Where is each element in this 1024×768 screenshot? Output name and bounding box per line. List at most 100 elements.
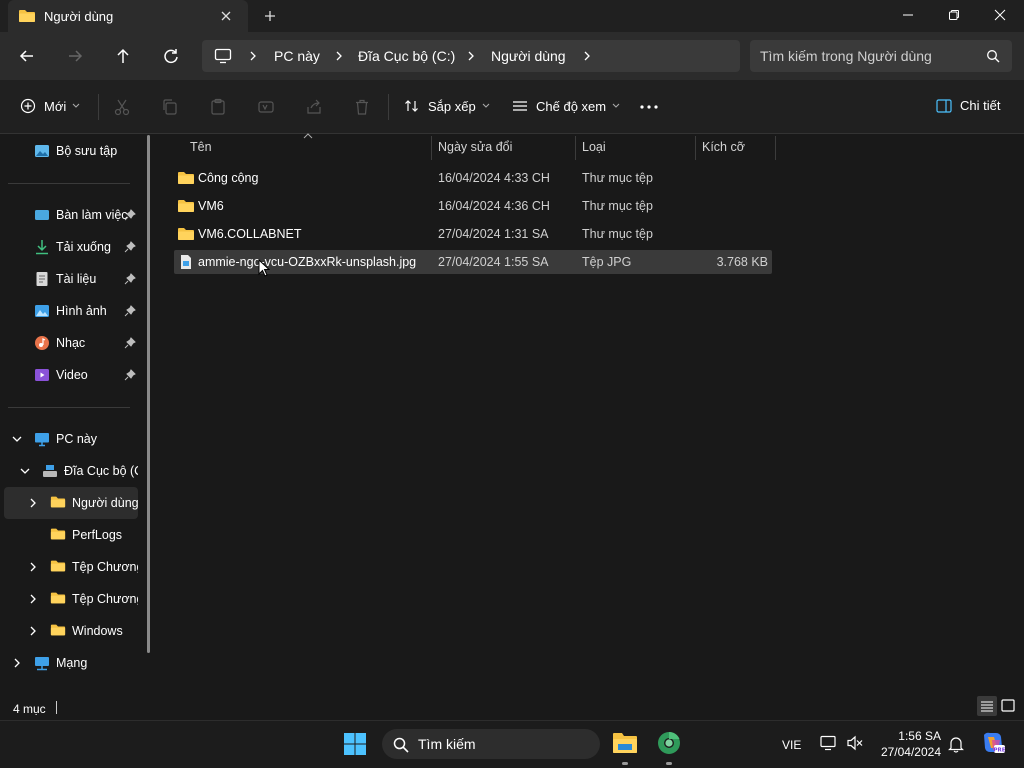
view-button[interactable]: Chế độ xem (512, 98, 620, 114)
sidebar-item-this-pc[interactable]: PC này (34, 423, 97, 455)
sidebar-item-music[interactable]: Nhạc (34, 327, 85, 359)
paste-icon[interactable] (208, 97, 228, 117)
pin-icon[interactable] (124, 369, 136, 381)
network-status-icon[interactable] (820, 735, 838, 751)
delete-icon[interactable] (352, 97, 372, 117)
pin-icon[interactable] (124, 209, 136, 221)
chevron-right-icon[interactable] (27, 625, 39, 637)
pin-icon[interactable] (124, 273, 136, 285)
sidebar-item-program-files-x86[interactable]: Tệp Chương (50, 583, 138, 615)
sidebar-item-label: Tải xuống (56, 240, 111, 254)
sidebar-item-documents[interactable]: Tài liệu (34, 263, 96, 295)
chevron-right-icon[interactable] (27, 593, 39, 605)
sidebar-item-label: Mạng (56, 656, 88, 670)
column-divider[interactable] (575, 136, 576, 160)
pin-icon[interactable] (124, 241, 136, 253)
close-window-button[interactable] (977, 0, 1023, 30)
chevron-down-icon[interactable] (11, 433, 23, 445)
folder-icon (177, 171, 195, 185)
pin-icon[interactable] (124, 337, 136, 349)
sidebar-item-label: Hình ảnh (56, 304, 107, 318)
search-box[interactable]: Tìm kiếm trong Người dùng (750, 40, 1012, 72)
rename-icon[interactable] (256, 97, 276, 117)
language-indicator[interactable]: VIE (782, 738, 801, 752)
sidebar-scrollbar[interactable] (147, 135, 150, 653)
address-bar[interactable]: PC này Đĩa Cục bộ (C:) Người dùng (202, 40, 740, 72)
up-icon[interactable] (111, 44, 135, 68)
sidebar-item-local-disk[interactable]: Đĩa Cục bộ (C:) (42, 455, 138, 487)
new-tab-icon[interactable] (262, 8, 278, 24)
refresh-icon[interactable] (159, 44, 183, 68)
sidebar-item-network[interactable]: Mạng (34, 647, 87, 679)
sidebar-item-desktop[interactable]: Bàn làm việc (34, 199, 134, 231)
pin-icon[interactable] (124, 305, 136, 317)
tiles-view-icon[interactable] (1000, 698, 1016, 714)
sidebar-item-label: Người dùng (72, 496, 138, 510)
chrome-dev-icon[interactable] (657, 731, 681, 755)
file-row-vm6-collabnet[interactable]: VM6.COLLABNET 27/04/2024 1:31 SA Thư mục… (174, 222, 772, 246)
search-placeholder: Tìm kiếm trong Người dùng (760, 48, 932, 64)
volume-muted-icon[interactable] (846, 735, 864, 751)
tab-nguoi-dung[interactable]: Người dùng (8, 0, 248, 32)
sort-button[interactable]: Sắp xếp (404, 98, 490, 114)
chevron-right-icon[interactable] (248, 50, 258, 62)
file-type: Tệp JPG (582, 255, 632, 269)
close-tab-icon[interactable] (218, 8, 234, 24)
chevron-right-icon[interactable] (334, 50, 344, 62)
sidebar-item-pictures[interactable]: Hình ảnh (34, 295, 107, 327)
file-list-pane[interactable] (160, 135, 1024, 696)
column-header-name[interactable]: Tên (190, 140, 212, 164)
file-explorer-icon[interactable] (612, 731, 638, 755)
file-type: Thư mục tệp (582, 199, 653, 213)
sidebar-item-label: PerfLogs (72, 528, 123, 542)
sidebar-item-videos[interactable]: Video (34, 359, 88, 391)
copilot-icon[interactable]: PRE (980, 731, 1006, 755)
file-row-vm6[interactable]: VM6 16/04/2024 4:36 CH Thư mục tệp (174, 194, 772, 218)
share-icon[interactable] (304, 97, 324, 117)
chevron-right-icon[interactable] (582, 50, 592, 62)
details-pane-button[interactable]: Chi tiết (936, 98, 1000, 113)
details-label: Chi tiết (960, 98, 1001, 113)
folder-icon (50, 623, 66, 639)
chevron-down-icon[interactable] (19, 465, 31, 477)
chevron-right-icon[interactable] (27, 497, 39, 509)
more-options-icon[interactable] (639, 97, 659, 117)
chevron-right-icon[interactable] (11, 657, 23, 669)
column-divider[interactable] (775, 136, 776, 160)
sidebar-item-users[interactable]: Người dùng (50, 487, 138, 519)
minimize-button[interactable] (885, 0, 931, 30)
command-bar: Mới Sắp xếp Chế độ xem Chi tiết (0, 80, 1024, 134)
taskbar-search[interactable]: Tìm kiếm (382, 729, 600, 759)
notification-bell-icon[interactable] (948, 735, 964, 753)
column-header-modified[interactable]: Ngày sửa đổi (438, 140, 512, 164)
column-header-size[interactable]: Kích cỡ (702, 140, 745, 164)
back-icon[interactable] (15, 44, 39, 68)
column-divider[interactable] (431, 136, 432, 160)
clock-time[interactable]: 1:56 SA (880, 729, 941, 743)
breadcrumb-pc[interactable]: PC này (274, 48, 320, 64)
clock-date[interactable]: 27/04/2024 (870, 745, 941, 759)
windows-start-icon[interactable] (343, 732, 367, 756)
column-divider[interactable] (695, 136, 696, 160)
chevron-right-icon[interactable] (466, 50, 476, 62)
search-icon[interactable] (986, 49, 1000, 63)
download-icon (34, 239, 50, 255)
breadcrumb-drive[interactable]: Đĩa Cục bộ (C:) (358, 48, 455, 64)
column-header-type[interactable]: Loại (582, 140, 606, 164)
file-row-cong-cong[interactable]: Công cộng 16/04/2024 4:33 CH Thư mục tệp (174, 166, 772, 190)
forward-icon[interactable] (63, 44, 87, 68)
restore-button[interactable] (931, 0, 977, 30)
sidebar-item-gallery[interactable]: Bộ sưu tập (34, 135, 117, 167)
breadcrumb-users[interactable]: Người dùng (491, 48, 566, 64)
sidebar-item-program-files[interactable]: Tệp Chương (50, 551, 138, 583)
new-button[interactable]: Mới (20, 98, 80, 114)
toolbar-divider (98, 94, 99, 120)
copy-icon[interactable] (160, 97, 180, 117)
sidebar-item-downloads[interactable]: Tải xuống (34, 231, 111, 263)
cut-icon[interactable] (112, 97, 132, 117)
sidebar-item-label: Tệp Chương (72, 592, 138, 606)
sidebar-item-windows[interactable]: Windows (50, 615, 138, 647)
sidebar-item-perflogs[interactable]: PerfLogs (50, 519, 138, 551)
chevron-right-icon[interactable] (27, 561, 39, 573)
details-view-icon[interactable] (977, 696, 997, 716)
